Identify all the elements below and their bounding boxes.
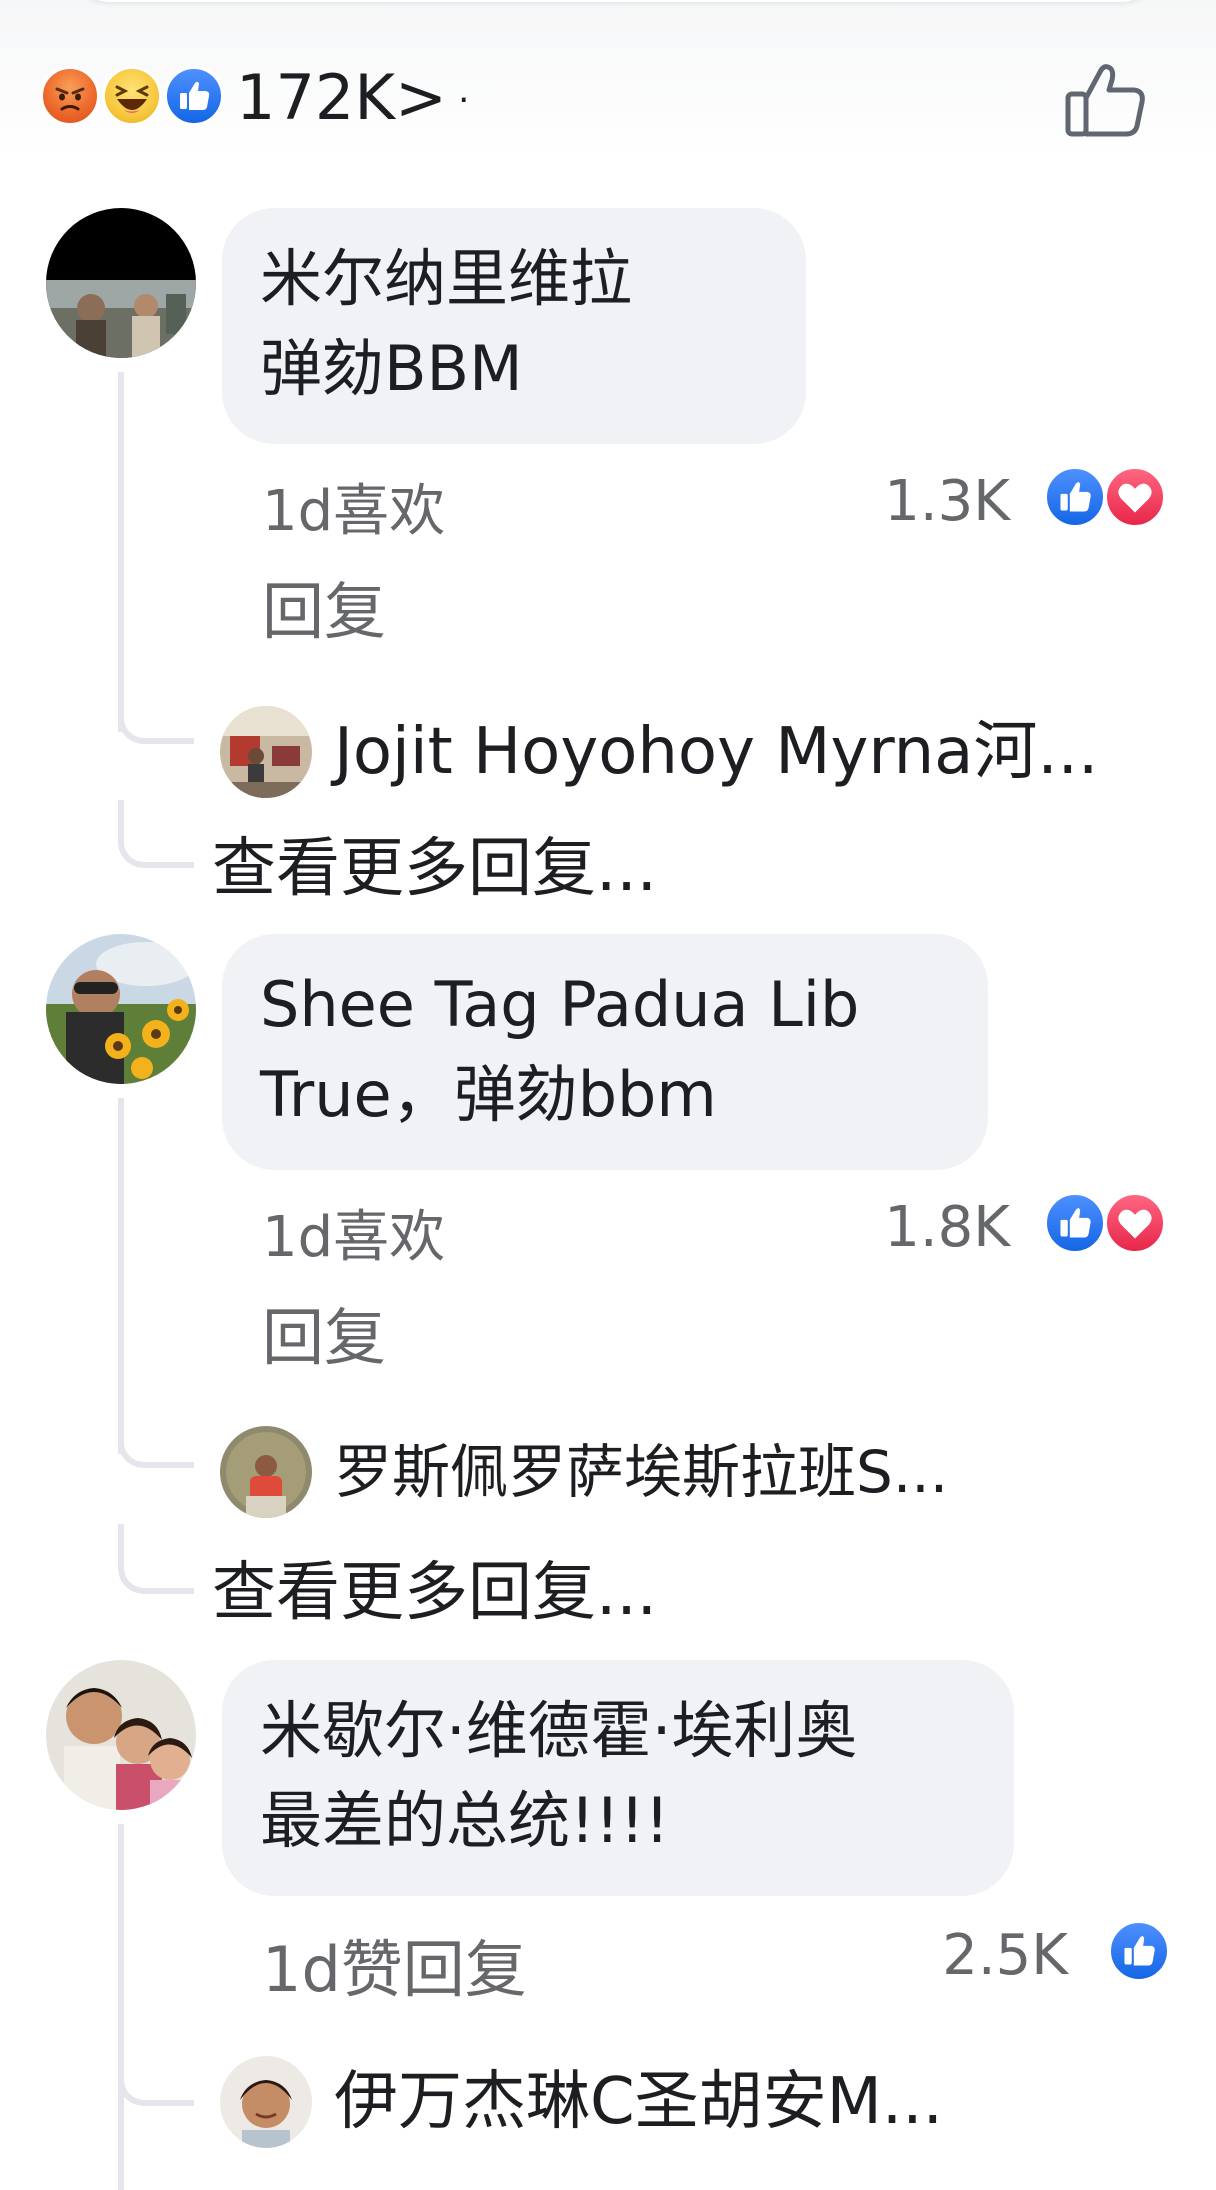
comment-time-actions[interactable]: 1d喜欢 xyxy=(262,1198,445,1278)
reaction-count[interactable]: 1.8K xyxy=(830,1188,1010,1268)
like-reaction-icon xyxy=(1044,466,1106,528)
thread-line xyxy=(118,372,124,732)
comment-reactions[interactable] xyxy=(1044,466,1174,530)
commenter-avatar[interactable] xyxy=(46,934,196,1084)
love-reaction-icon xyxy=(1104,1192,1166,1254)
comment-reactions[interactable] xyxy=(1044,1192,1174,1256)
reaction-count[interactable]: 1.3K xyxy=(830,462,1010,542)
reply-text: 罗斯佩罗萨埃斯拉班S... xyxy=(334,1438,949,1506)
angry-emoji-icon xyxy=(40,66,100,126)
reply-preview[interactable]: 伊万杰琳C圣胡安M... xyxy=(220,2050,1160,2150)
reply-avatar xyxy=(220,1426,312,1518)
comment-time-actions[interactable]: 1d喜欢 xyxy=(262,472,445,552)
comment-bubble[interactable]: Shee Tag Padua Lib True，弹劾bbm xyxy=(222,934,988,1170)
comment-text: 弹劾BBM xyxy=(260,332,523,405)
thread-branch xyxy=(118,1524,194,1594)
post-card-edge xyxy=(70,0,1160,2)
comment-time-actions[interactable]: 1d赞回复 xyxy=(262,1930,527,2010)
reply-text: 伊万杰琳C圣胡安M... xyxy=(334,2065,943,2139)
reply-button[interactable]: 回复 xyxy=(262,1298,386,1378)
thread-branch xyxy=(118,680,194,744)
like-reaction-icon xyxy=(1044,1192,1106,1254)
thread-branch xyxy=(118,1404,194,1468)
thread-line xyxy=(118,1098,124,1454)
reaction-count[interactable]: 2.5K xyxy=(884,1916,1068,1996)
reply-preview[interactable]: 罗斯佩罗萨埃斯拉班S... xyxy=(220,1420,1160,1520)
reply-preview[interactable]: Jojit Hoyohoy Myrna河... xyxy=(220,700,1160,800)
reply-avatar xyxy=(220,2056,312,2148)
reaction-summary[interactable]: 172K> · xyxy=(40,58,1180,138)
comment-text: True，弹劾bbm xyxy=(260,1058,717,1131)
commenter-avatar[interactable] xyxy=(46,1660,196,1810)
thread-branch xyxy=(118,2046,194,2106)
comment-bubble[interactable]: 米尔纳里维拉 弹劾BBM xyxy=(222,208,806,444)
view-more-replies-link[interactable]: 查看更多回复... xyxy=(212,824,657,914)
comments-page: 172K> · 米尔纳里维拉 弹劾BBM 1d喜欢 1.3K 回复 Jojit … xyxy=(0,0,1216,2190)
comment-author[interactable]: Shee Tag Padua Lib xyxy=(260,960,950,1050)
comment-reactions[interactable] xyxy=(1108,1920,1172,1984)
comment-text: 最差的总统!!!! xyxy=(260,1784,670,1857)
haha-emoji-icon xyxy=(102,66,162,126)
like-reaction-icon xyxy=(1108,1920,1170,1982)
comment-bubble[interactable]: 米歇尔·维德霍·埃利奥 最差的总统!!!! xyxy=(222,1660,1014,1896)
thread-line xyxy=(118,1824,124,2190)
commenter-avatar[interactable] xyxy=(46,208,196,358)
like-outline-icon[interactable] xyxy=(1060,58,1150,142)
comment-author[interactable]: 米尔纳里维拉 xyxy=(260,234,768,324)
like-emoji-icon xyxy=(164,66,224,126)
thread-branch xyxy=(118,800,194,868)
view-more-replies-link[interactable]: 查看更多回复... xyxy=(212,1548,657,1638)
reply-button[interactable]: 回复 xyxy=(262,572,386,652)
reply-text: Jojit Hoyohoy Myrna河... xyxy=(334,715,1099,789)
reaction-count[interactable]: 172K> xyxy=(236,58,447,138)
love-reaction-icon xyxy=(1104,466,1166,528)
separator-dot: · xyxy=(458,80,470,121)
comment-author[interactable]: 米歇尔·维德霍·埃利奥 xyxy=(260,1686,976,1776)
reply-avatar xyxy=(220,706,312,798)
